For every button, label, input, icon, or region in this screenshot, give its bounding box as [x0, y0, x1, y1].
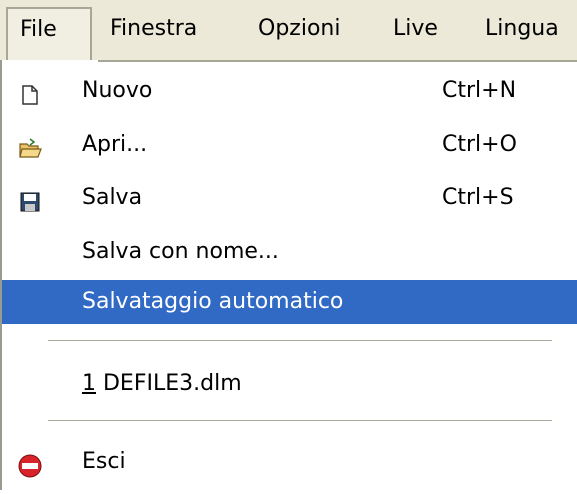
menu-live[interactable]: Live — [381, 7, 450, 51]
menu-lingua[interactable]: Lingua — [473, 7, 571, 51]
menu-bar: File Finestra Opzioni Live Lingua — [0, 0, 577, 62]
menu-item-label: Nuovo — [82, 78, 153, 103]
menu-separator — [48, 420, 552, 422]
menu-item-shortcut: Ctrl+O — [442, 132, 517, 157]
menu-separator — [48, 340, 552, 342]
menu-opzioni[interactable]: Opzioni — [246, 7, 352, 51]
recent-file-name: DEFILE3.dlm — [96, 371, 242, 396]
save-floppy-icon — [18, 186, 42, 212]
menu-item-recent-file[interactable]: 1 DEFILE3.dlm — [2, 362, 577, 406]
menu-file[interactable]: File — [6, 7, 92, 62]
menu-item-salva[interactable]: Salva Ctrl+S — [2, 176, 577, 220]
menu-item-label: Apri... — [82, 132, 148, 157]
menu-item-shortcut: Ctrl+S — [442, 185, 514, 210]
menu-item-nuovo[interactable]: Nuovo Ctrl+N — [2, 69, 577, 113]
menu-item-label: Salva — [82, 185, 143, 210]
menu-item-esci[interactable]: Esci — [2, 440, 577, 484]
new-document-icon — [18, 79, 42, 105]
menu-finestra[interactable]: Finestra — [98, 7, 209, 51]
recent-file-number: 1 — [82, 371, 96, 396]
menu-item-salva-con-nome[interactable]: Salva con nome... — [2, 230, 577, 274]
menu-item-label: Salva con nome... — [82, 239, 279, 264]
menu-item-shortcut: Ctrl+N — [442, 78, 517, 103]
dropdown-top-border — [98, 60, 577, 62]
menu-item-label: Salvataggio automatico — [82, 289, 344, 314]
exit-icon — [18, 450, 42, 478]
menu-item-apri[interactable]: Apri... Ctrl+O — [2, 123, 577, 167]
open-folder-icon — [18, 133, 42, 158]
menu-item-label: 1 DEFILE3.dlm — [82, 362, 242, 406]
menu-item-label: Esci — [82, 449, 126, 474]
menu-item-salvataggio-automatico[interactable]: Salvataggio automatico — [2, 280, 577, 324]
